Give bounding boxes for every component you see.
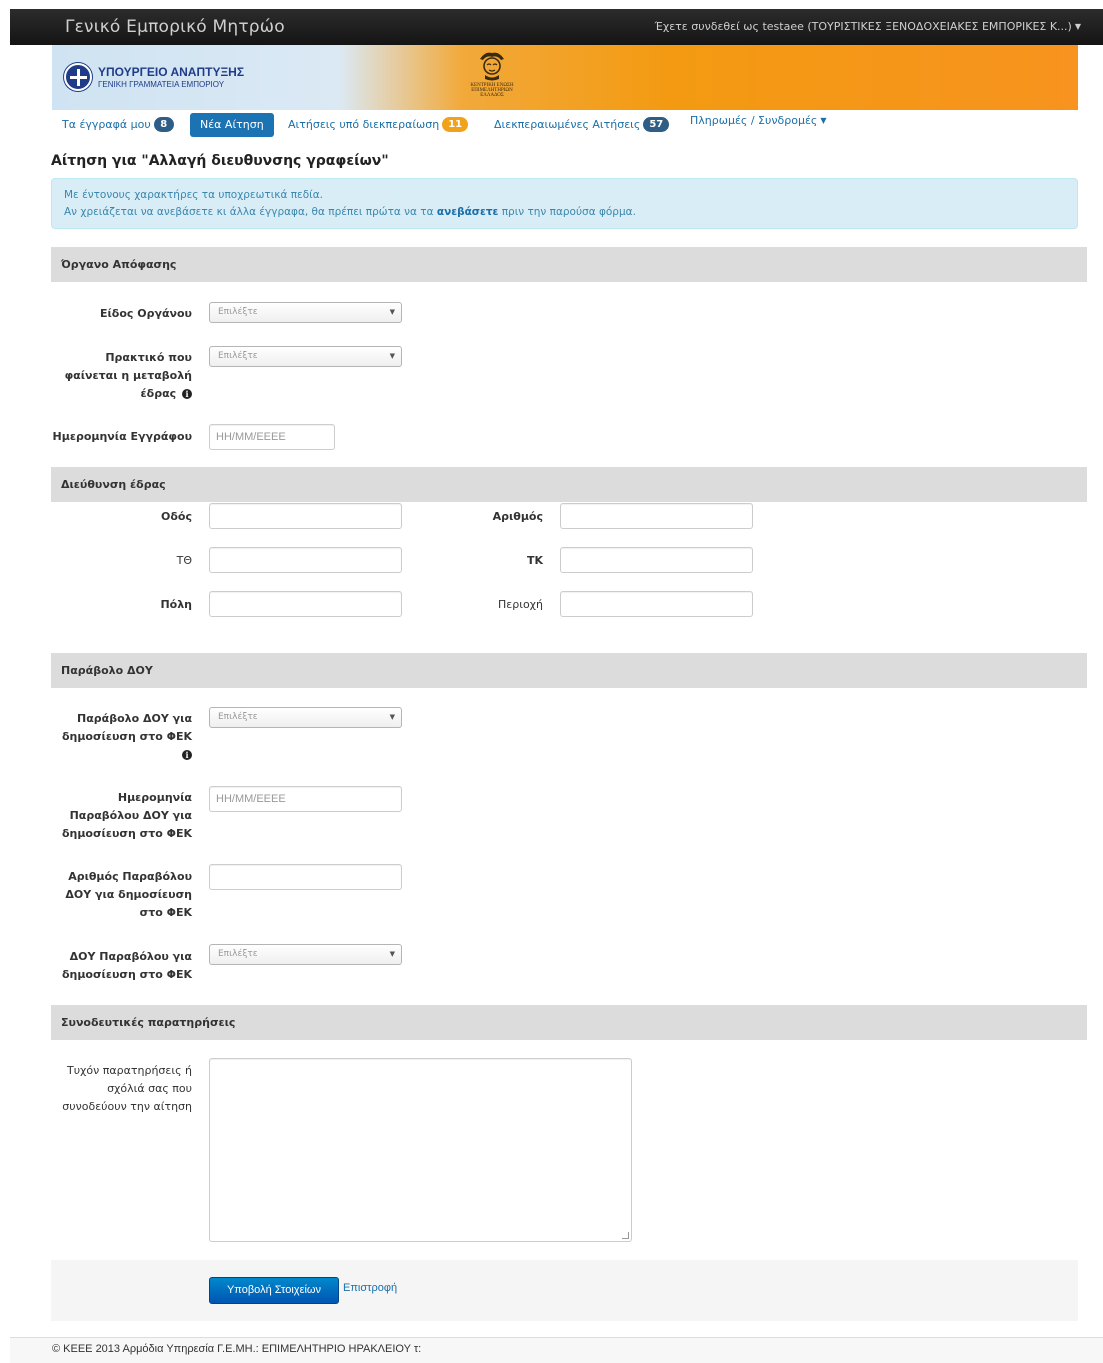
number-input[interactable]	[560, 503, 753, 529]
fee-date-label: Ημερομηνία Παραβόλου ΔΟΥ για δημοσίευση …	[52, 789, 192, 843]
fee-date-label-line-2: Παραβόλου ΔΟΥ για	[69, 809, 192, 822]
fee-office-label-line-1: ΔΟΥ Παραβόλου για	[69, 950, 192, 963]
fee-date-input[interactable]: ΗΗ/ΜΜ/ΕΕΕΕ	[209, 786, 402, 812]
nav-new-request[interactable]: Νέα Αίτηση	[190, 113, 274, 137]
fee-office-value: Επιλέξτε	[218, 949, 258, 959]
minutes-label-line-2: φαίνεται η μεταβολή	[64, 369, 192, 382]
user-menu[interactable]: Έχετε συνδεθεί ως testaee (ΤΟΥΡΙΣΤΙΚΕΣ Ξ…	[655, 20, 1081, 33]
caret-down-icon: ▼	[1074, 22, 1081, 31]
completed-count-badge: 57	[643, 117, 670, 132]
minutes-label-text: έδρας	[140, 387, 177, 400]
form-actions: Υποβολή Στοιχείων Επιστροφή	[51, 1260, 1078, 1321]
fee-select[interactable]: Επιλέξτε ▼	[209, 707, 402, 728]
caret-down-icon: ▼	[389, 950, 395, 958]
minutes-label: Πρακτικό που φαίνεται η μεταβολή έδρας i	[52, 349, 192, 403]
street-label: Οδός	[161, 510, 192, 523]
notes-label-line-2: σχόλιά σας που	[107, 1082, 192, 1095]
notes-textarea[interactable]	[209, 1058, 632, 1242]
nav-my-documents[interactable]: Τα έγγραφά μου 8	[62, 113, 174, 137]
nav-payments-dropdown[interactable]: Πληρωμές / Συνδρομές ▼	[690, 109, 827, 133]
upload-link[interactable]: ανεβάσετε	[437, 206, 499, 218]
minutes-label-line-3: έδρας i	[52, 385, 192, 403]
page-footer: © ΚΕΕΕ 2013 Αρμόδια Υπηρεσία Γ.Ε.ΜΗ.: ΕΠ…	[10, 1337, 1103, 1363]
organ-type-select[interactable]: Επιλέξτε ▼	[209, 302, 402, 323]
doc-date-input[interactable]: ΗΗ/ΜΜ/ΕΕΕΕ	[209, 424, 335, 450]
section-header-fee: Παράβολο ΔΟΥ	[51, 653, 1087, 688]
fee-label-line-2: δημοσίευση στο ΦΕΚ	[61, 730, 192, 743]
nav-completed-label: Διεκπεραιωμένες Αιτήσεις	[494, 118, 641, 131]
ministry-name: ΥΠΟΥΡΓΕΙΟ ΑΝΑΠΤΥΞΗΣ	[98, 65, 245, 79]
number-label: Αριθμός	[492, 510, 543, 523]
area-input[interactable]	[560, 591, 753, 617]
postcode-label: ΤΚ	[526, 554, 543, 567]
nav-in-progress-label: Αιτήσεις υπό διεκπεραίωση	[288, 118, 440, 131]
nav-payments-label: Πληρωμές / Συνδρομές	[690, 114, 818, 127]
fee-office-select[interactable]: Επιλέξτε ▼	[209, 944, 402, 965]
alert-text-pre: Αν χρειάζεται να ανεβάσετε κι άλλα έγγρα…	[64, 206, 437, 218]
info-icon[interactable]: i	[182, 750, 192, 760]
organ-type-label: Είδος Οργάνου	[99, 307, 192, 320]
organ-type-value: Επιλέξτε	[218, 307, 258, 317]
caret-down-icon: ▼	[389, 713, 395, 721]
ministry-logo: ΥΠΟΥΡΓΕΙΟ ΑΝΑΠΤΥΞΗΣ ΓΕΝΙΚΗ ΓΡΑΜΜΑΤΕΙΑ ΕΜ…	[64, 61, 304, 95]
info-icon[interactable]: i	[182, 389, 192, 399]
fee-number-label: Αριθμός Παραβόλου ΔΟΥ για δημοσίευση στο…	[52, 868, 192, 922]
page-title: Αίτηση για "Αλλαγή διευθυνσης γραφείων"	[51, 153, 389, 169]
header-banner: ΥΠΟΥΡΓΕΙΟ ΑΝΑΠΤΥΞΗΣ ΓΕΝΙΚΗ ΓΡΑΜΜΑΤΕΙΑ ΕΜ…	[52, 45, 1078, 110]
fee-office-label-line-2: δημοσίευση στο ΦΕΚ	[61, 968, 192, 981]
po-box-input[interactable]	[209, 547, 402, 573]
fee-value: Επιλέξτε	[218, 712, 258, 722]
fee-number-label-line-2: ΔΟΥ για δημοσίευση	[65, 888, 192, 901]
caret-down-icon: ▼	[820, 116, 827, 125]
notes-label-line-1: Τυχόν παρατηρήσεις ή	[66, 1064, 192, 1077]
my-documents-count-badge: 8	[153, 117, 174, 132]
doc-date-label: Ημερομηνία Εγγράφου	[52, 430, 192, 443]
app-brand[interactable]: Γενικό Εμπορικό Μητρώο	[65, 17, 285, 37]
fee-number-input[interactable]	[209, 864, 402, 890]
fee-label-line-1: Παράβολο ΔΟΥ για	[77, 712, 192, 725]
keee-hermes-logo	[480, 52, 504, 81]
user-menu-label: Έχετε συνδεθεί ως testaee (ΤΟΥΡΙΣΤΙΚΕΣ Ξ…	[654, 20, 1072, 33]
keee-text-3: ΕΛΛΑΔΟΣ	[480, 93, 504, 98]
submit-button[interactable]: Υποβολή Στοιχείων	[209, 1277, 339, 1304]
city-label: Πόλη	[160, 598, 192, 611]
nav-my-documents-label: Τα έγγραφά μου	[62, 118, 151, 131]
notes-label-line-3: συνοδεύουν την αίτηση	[62, 1100, 192, 1113]
minutes-value: Επιλέξτε	[218, 351, 258, 361]
nav-in-progress[interactable]: Αιτήσεις υπό διεκπεραίωση 11	[288, 113, 469, 137]
fee-date-label-line-3: δημοσίευση στο ΦΕΚ	[61, 827, 192, 840]
in-progress-count-badge: 11	[442, 117, 469, 132]
section-header-decision: Όργανο Απόφασης	[51, 247, 1087, 282]
fee-office-label: ΔΟΥ Παραβόλου για δημοσίευση στο ΦΕΚ	[52, 948, 192, 984]
keee-logo: ΚΕΝΤΡΙΚΗ ΕΝΩΣΗ ΕΠΙΜΕΛΗΤΗΡΙΩΝ ΕΛΛΑΔΟΣ	[452, 49, 532, 107]
back-link[interactable]: Επιστροφή	[343, 1282, 397, 1294]
top-navbar: Γενικό Εμπορικό Μητρώο Έχετε συνδεθεί ως…	[10, 9, 1103, 45]
street-input[interactable]	[209, 503, 402, 529]
alert-line-1: Με έντονους χαρακτήρες τα υποχρεωτικά πε…	[64, 189, 323, 201]
postcode-input[interactable]	[560, 547, 753, 573]
fee-label-line-3: i	[52, 746, 192, 764]
minutes-select[interactable]: Επιλέξτε ▼	[209, 346, 402, 367]
section-header-notes: Συνοδευτικές παρατηρήσεις	[51, 1005, 1087, 1040]
fee-label: Παράβολο ΔΟΥ για δημοσίευση στο ΦΕΚ i	[52, 710, 192, 764]
notes-label: Τυχόν παρατηρήσεις ή σχόλιά σας που συνο…	[52, 1062, 192, 1116]
alert-line-2: Αν χρειάζεται να ανεβάσετε κι άλλα έγγρα…	[64, 204, 1065, 221]
nav-completed[interactable]: Διεκπεραιωμένες Αιτήσεις 57	[494, 113, 670, 137]
fee-number-label-line-3: στο ΦΕΚ	[139, 906, 192, 919]
caret-down-icon: ▼	[389, 308, 395, 316]
city-input[interactable]	[209, 591, 402, 617]
ministry-subtitle: ΓΕΝΙΚΗ ΓΡΑΜΜΑΤΕΙΑ ΕΜΠΟΡΙΟΥ	[98, 80, 225, 89]
ministry-seal-icon	[64, 63, 92, 91]
alert-text-post: πριν την παρούσα φόρμα.	[498, 206, 636, 218]
section-header-address: Διεύθυνση έδρας	[51, 467, 1087, 502]
fee-number-label-line-1: Αριθμός Παραβόλου	[68, 870, 192, 883]
fee-date-label-line-1: Ημερομηνία	[117, 791, 192, 804]
caret-down-icon: ▼	[389, 352, 395, 360]
po-box-label: ΤΘ	[176, 554, 192, 567]
area-label: Περιοχή	[498, 598, 543, 611]
minutes-label-line-1: Πρακτικό που	[105, 351, 192, 364]
info-alert: Με έντονους χαρακτήρες τα υποχρεωτικά πε…	[51, 178, 1078, 229]
main-nav: Τα έγγραφά μου 8 Νέα Αίτηση Αιτήσεις υπό …	[52, 113, 1092, 139]
